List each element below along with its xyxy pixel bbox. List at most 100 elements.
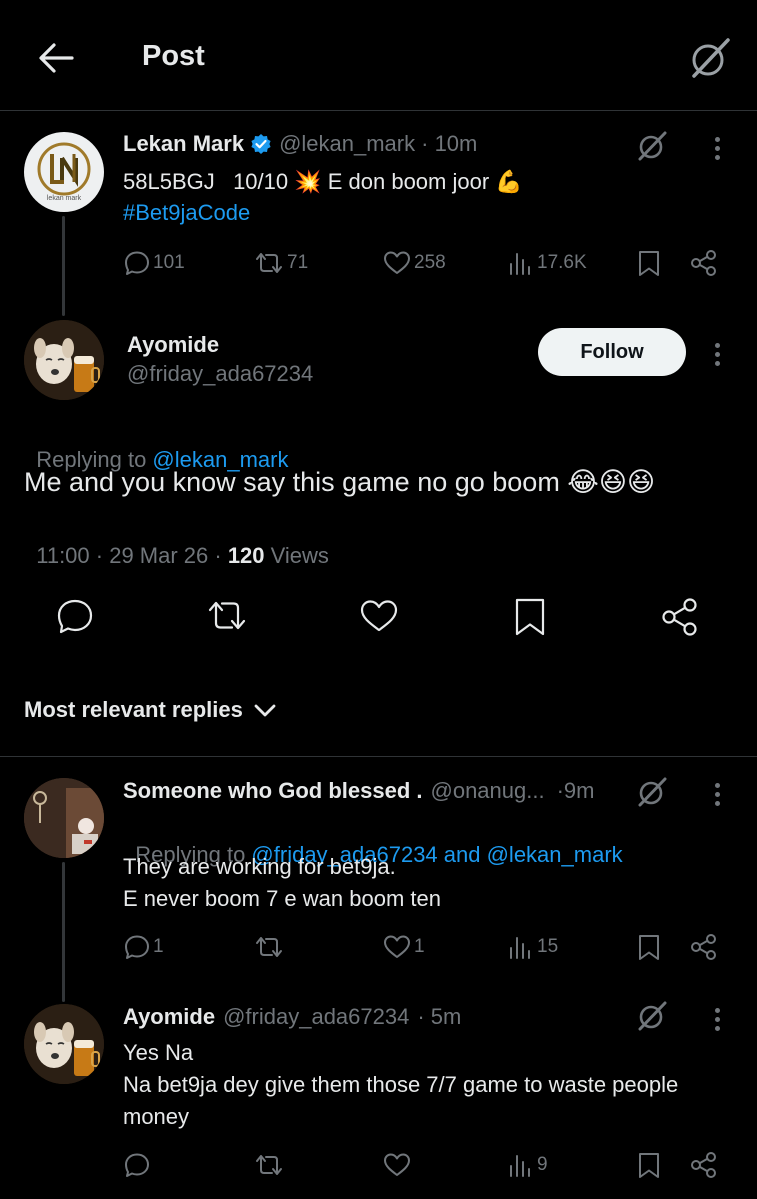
repost-button[interactable]: [253, 1152, 285, 1178]
heart-icon: [360, 600, 398, 632]
share-button[interactable]: [660, 597, 700, 637]
dog-with-beer-avatar-icon: [24, 1004, 104, 1084]
post-text: 58L5BGJ 10/10 💥 E don boom joor 💪: [123, 169, 523, 194]
avatar[interactable]: [24, 778, 104, 858]
timestamp[interactable]: · 5m: [417, 1004, 461, 1030]
reply-count: 101: [153, 252, 185, 273]
views-count: 15: [537, 936, 559, 957]
avatar[interactable]: lekan mark: [24, 132, 104, 212]
more-options-icon[interactable]: [715, 783, 721, 810]
dog-with-beer-avatar-icon: [24, 320, 104, 400]
avatar[interactable]: [24, 320, 104, 400]
repost-icon: [256, 937, 282, 957]
display-name[interactable]: Someone who God blessed .: [123, 778, 423, 804]
share-button[interactable]: [689, 1151, 719, 1179]
grok-button[interactable]: [634, 998, 670, 1034]
heart-icon: [384, 1153, 410, 1176]
page-title: Post: [142, 40, 205, 72]
grok-icon: [638, 131, 667, 161]
grok-button[interactable]: [634, 128, 670, 164]
display-name[interactable]: Ayomide: [127, 332, 219, 358]
like-button[interactable]: 1: [382, 934, 425, 960]
reply-button[interactable]: 1: [123, 934, 164, 960]
handle[interactable]: @lekan_mark: [279, 131, 415, 157]
replying-to: Replying to @lekan_mark: [24, 421, 288, 473]
grok-button[interactable]: [634, 774, 670, 810]
grok-icon: [638, 777, 667, 807]
more-options-icon[interactable]: [715, 343, 721, 370]
bookmark-button[interactable]: [636, 1151, 662, 1179]
bookmark-icon: [515, 598, 545, 636]
views-button[interactable]: 9: [507, 1152, 548, 1178]
share-button[interactable]: [689, 933, 719, 961]
more-options-icon[interactable]: [715, 137, 721, 164]
share-icon: [662, 598, 697, 636]
display-name[interactable]: Lekan Mark: [123, 131, 244, 157]
reply-sort-selector[interactable]: Most relevant replies: [24, 697, 279, 723]
verified-badge-icon: [250, 133, 272, 155]
post-header: Ayomide @friday_ada67234 · 5m: [123, 1004, 461, 1030]
post-text: Me and you know say this game no go boom…: [24, 467, 656, 497]
post-meta: 11:00 · 29 Mar 26 · 120 Views: [24, 517, 329, 569]
views-label: Views: [264, 543, 329, 568]
reply-button[interactable]: [123, 1152, 151, 1178]
reply-count: 1: [153, 936, 164, 957]
handle[interactable]: @friday_ada67234: [223, 1004, 409, 1030]
views-count: 120: [227, 543, 265, 568]
views-button[interactable]: 17.6K: [507, 250, 587, 276]
views-button[interactable]: 15: [507, 934, 558, 960]
grok-icon: [692, 38, 730, 78]
heart-icon: [384, 935, 410, 958]
reply-text-line: Yes Na: [123, 1040, 194, 1065]
reply-text-line: They are working for bet9ja.: [123, 854, 396, 879]
hashtag-link[interactable]: #Bet9jaCode: [123, 200, 250, 226]
bookmark-icon: [639, 1153, 659, 1178]
analytics-icon: [510, 937, 530, 959]
reply-text-line: money: [123, 1104, 190, 1129]
analytics-icon: [510, 253, 530, 275]
repost-button[interactable]: [205, 597, 249, 635]
bookmark-icon: [639, 251, 659, 276]
views-count: 9: [537, 1154, 548, 1175]
share-button[interactable]: [689, 249, 719, 277]
reply-text-line: E never boom 7 e wan boom ten: [123, 886, 441, 911]
handle[interactable]: @friday_ada67234: [127, 361, 313, 387]
display-name[interactable]: Ayomide: [123, 1004, 215, 1030]
post-header: Lekan Mark @lekan_mark · 10m: [123, 131, 477, 157]
back-button[interactable]: [36, 40, 76, 76]
grok-icon: [638, 1001, 667, 1031]
arrow-left-icon: [39, 43, 74, 73]
bookmark-button[interactable]: [512, 597, 548, 637]
share-icon: [691, 1152, 716, 1178]
reply-button[interactable]: [55, 597, 95, 635]
repost-button[interactable]: 71: [253, 250, 308, 276]
reply-sort-label: Most relevant replies: [24, 697, 243, 722]
timestamp[interactable]: ·9m: [557, 778, 595, 804]
grok-button[interactable]: [686, 34, 734, 82]
share-icon: [691, 250, 716, 276]
follow-button[interactable]: Follow: [538, 328, 686, 376]
reply-icon: [57, 599, 93, 634]
like-button[interactable]: [382, 1152, 412, 1178]
post-header: Someone who God blessed . @onanug... ·9m: [123, 778, 594, 804]
chevron-down-icon: [254, 704, 276, 717]
views-count: 17.6K: [537, 252, 587, 273]
handle[interactable]: @onanug...: [431, 778, 545, 804]
like-button[interactable]: 258: [382, 250, 446, 276]
like-count: 1: [414, 936, 425, 957]
share-icon: [691, 934, 716, 960]
like-count: 258: [414, 252, 446, 273]
section-divider: [0, 756, 757, 757]
timestamp[interactable]: · 10m: [421, 131, 477, 157]
avatar[interactable]: [24, 1004, 104, 1084]
like-button[interactable]: [358, 598, 400, 634]
repost-button[interactable]: [253, 934, 285, 960]
post-timestamp: 11:00 · 29 Mar 26 ·: [36, 543, 228, 568]
bookmark-button[interactable]: [636, 249, 662, 277]
more-options-icon[interactable]: [715, 1008, 721, 1035]
repost-icon: [256, 253, 282, 273]
reply-icon: [125, 1153, 149, 1177]
bookmark-button[interactable]: [636, 933, 662, 961]
header-divider: [0, 110, 757, 111]
reply-button[interactable]: 101: [123, 250, 185, 276]
